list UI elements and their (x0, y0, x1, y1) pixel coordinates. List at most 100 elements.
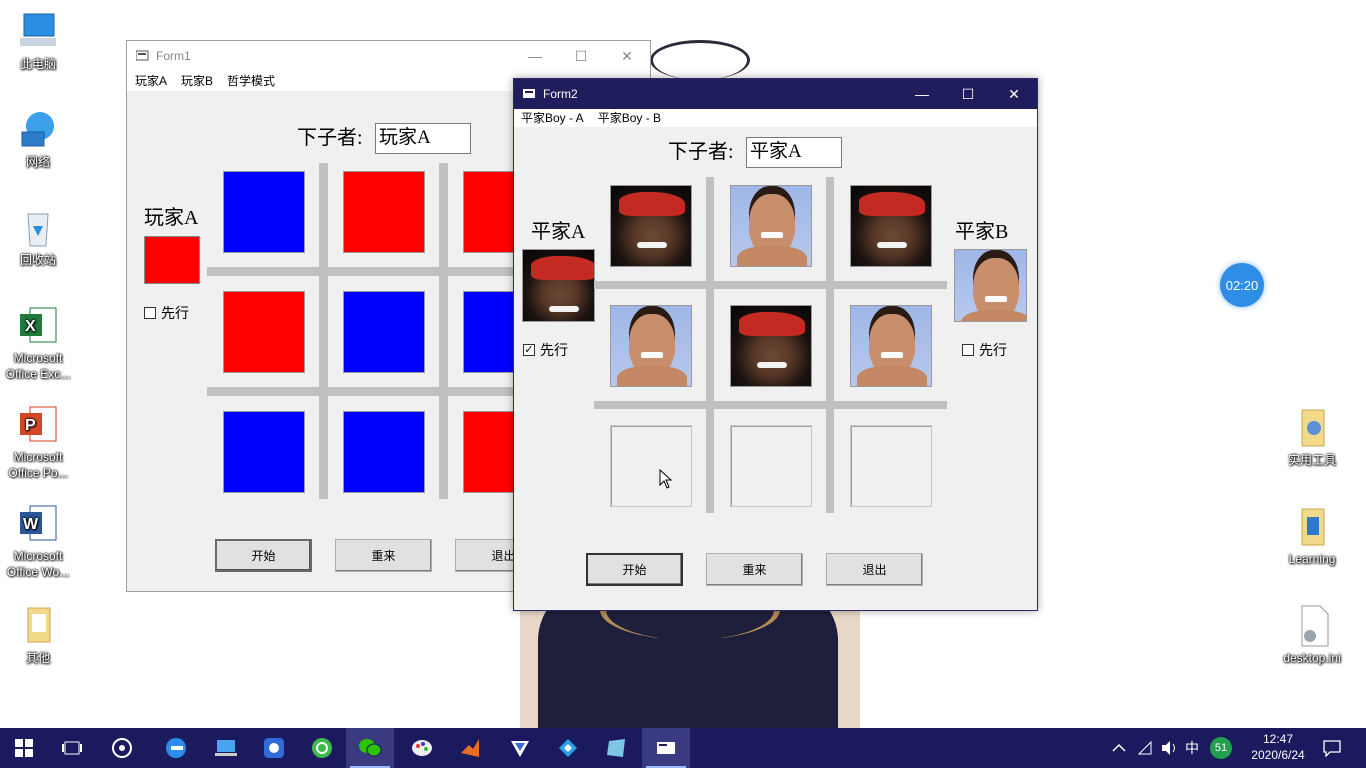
first-move-b-checkbox[interactable]: 先行 (962, 340, 1007, 360)
menu-player-b[interactable]: 玩家B (181, 71, 213, 91)
current-player-field[interactable]: 平家A (746, 137, 842, 168)
settings-file-icon (1290, 604, 1334, 648)
form2-window[interactable]: Form2 — ☐ ✕ 平家Boy - A 平家Boy - B 下子者: 平家A… (513, 78, 1038, 611)
board-cell-empty[interactable] (610, 425, 692, 507)
board-cell-blue[interactable] (223, 411, 305, 493)
matlab-icon[interactable] (446, 728, 494, 768)
form1-titlebar[interactable]: Form1 — ☐ ✕ (127, 41, 650, 71)
start-button[interactable]: 开始 (586, 553, 683, 586)
board-cell-player-b[interactable] (850, 305, 932, 387)
floating-timer[interactable]: 02:20 (1220, 263, 1264, 307)
board-cell-blue[interactable] (343, 411, 425, 493)
start-button[interactable]: 开始 (215, 539, 312, 572)
mouse-cursor-icon (659, 469, 673, 489)
desktop-icon-label: Microsoft Office Po... (8, 450, 68, 480)
desktop-icon-utilities[interactable]: 实用工具 (1274, 406, 1350, 468)
form-app-taskbar-icon[interactable] (642, 728, 690, 768)
desktop-icon-label: Learning (1288, 552, 1336, 566)
powerpoint-icon: P (16, 403, 60, 447)
menu-philosophy-mode[interactable]: 哲学模式 (227, 71, 275, 91)
wifi-icon[interactable] (1138, 728, 1156, 768)
restart-button[interactable]: 重来 (335, 539, 432, 572)
desktop-icon-label: Microsoft Office Exc... (5, 351, 71, 381)
desktop-icon-excel[interactable]: X Microsoft Office Exc... (0, 304, 76, 382)
grid-line (594, 401, 947, 409)
security-badge-count: 51 (1210, 737, 1232, 759)
form2-titlebar[interactable]: Form2 — ☐ ✕ (514, 79, 1037, 109)
clock-date: 2020/6/24 (1251, 748, 1305, 762)
board-cell-red[interactable] (223, 291, 305, 373)
maximize-icon[interactable]: ☐ (945, 79, 991, 109)
desktop-icon-desktop-ini[interactable]: desktop.ini (1274, 604, 1350, 666)
notes-app-icon[interactable] (592, 728, 640, 768)
browser-360-icon[interactable] (298, 728, 346, 768)
edge-browser-icon[interactable] (152, 728, 200, 768)
restart-button[interactable]: 重来 (706, 553, 803, 586)
board-cell-player-a[interactable] (730, 305, 812, 387)
minimize-icon[interactable]: — (512, 41, 558, 71)
vscode-icon[interactable] (544, 728, 592, 768)
close-icon[interactable]: ✕ (991, 79, 1037, 109)
system-clock[interactable]: 12:47 2020/6/24 (1246, 731, 1310, 763)
form2-menubar: 平家Boy - A 平家Boy - B (514, 109, 1037, 127)
excel-icon: X (16, 304, 60, 348)
menu-boy-b[interactable]: 平家Boy - B (598, 109, 661, 127)
board-cell-red[interactable] (343, 171, 425, 253)
desktop-icon-label: 回收站 (19, 253, 56, 267)
volume-icon[interactable] (1160, 728, 1180, 768)
desktop-icon-label: desktop.ini (1283, 651, 1341, 665)
board-cell-player-a[interactable] (850, 185, 932, 267)
player-a-avatar (522, 249, 595, 322)
player-color-swatch (144, 236, 200, 284)
board-cell-empty[interactable] (730, 425, 812, 507)
desktop-icon-this-pc[interactable]: 此电脑 (0, 10, 76, 72)
minimize-icon[interactable]: — (899, 79, 945, 109)
menu-boy-a[interactable]: 平家Boy - A (521, 109, 584, 127)
first-move-checkbox[interactable]: 先行 (144, 303, 189, 323)
desktop-icon-learning[interactable]: Learning (1274, 505, 1350, 567)
start-menu-icon[interactable] (0, 728, 48, 768)
notification-center-icon[interactable] (1322, 728, 1342, 768)
current-player-label: 下子者: (668, 141, 734, 163)
checkbox-label: 先行 (979, 342, 1007, 358)
qq-icon[interactable] (250, 728, 298, 768)
desktop-icon-recycle-bin[interactable]: 回收站 (0, 206, 76, 268)
computer-icon (16, 10, 60, 54)
window-title: Form1 (156, 49, 191, 63)
desktop-icon-word[interactable]: W Microsoft Office Wo... (0, 502, 76, 580)
menu-player-a[interactable]: 玩家A (135, 71, 167, 91)
current-player-field[interactable]: 玩家A (375, 123, 471, 154)
board-cell-player-b[interactable] (610, 305, 692, 387)
player-b-avatar (954, 249, 1027, 322)
form2-client: 下子者: 平家A 平家A ✓ 先行 平家B 先行 开始 重来 退出 (514, 127, 1037, 610)
checkbox-box (144, 307, 156, 319)
board-cell-player-a[interactable] (610, 185, 692, 267)
window-title: Form2 (543, 87, 578, 101)
board-cell-blue[interactable] (223, 171, 305, 253)
feishu-icon[interactable] (496, 728, 544, 768)
exit-button[interactable]: 退出 (826, 553, 923, 586)
task-view-icon[interactable] (48, 728, 96, 768)
desktop-icon-powerpoint[interactable]: P Microsoft Office Po... (0, 403, 76, 481)
board-cell-blue[interactable] (343, 291, 425, 373)
pinwheel-app-icon[interactable] (98, 728, 146, 768)
ime-indicator[interactable]: 中 (1185, 728, 1199, 768)
desktop-icon-network[interactable]: 网络 (0, 108, 76, 170)
desktop-icon-other-folder[interactable]: 其他 (0, 604, 76, 666)
first-move-a-checkbox[interactable]: ✓ 先行 (523, 340, 568, 360)
wechat-icon[interactable] (346, 728, 394, 768)
tray-overflow-icon[interactable] (1112, 728, 1126, 768)
svg-text:P: P (25, 417, 36, 434)
grid-line (207, 267, 527, 276)
maximize-icon[interactable]: ☐ (558, 41, 604, 71)
paint-app-icon[interactable] (398, 728, 446, 768)
player-a-label: 平家A (531, 221, 586, 243)
computer-app-icon[interactable] (202, 728, 250, 768)
grid-line (207, 387, 527, 396)
desktop-icon-label: 此电脑 (19, 57, 56, 71)
security-badge[interactable]: 51 (1210, 728, 1232, 768)
board-cell-player-b[interactable] (730, 185, 812, 267)
close-icon[interactable]: ✕ (604, 41, 650, 71)
wallpaper-hair-outline (650, 40, 750, 80)
board-cell-empty[interactable] (850, 425, 932, 507)
